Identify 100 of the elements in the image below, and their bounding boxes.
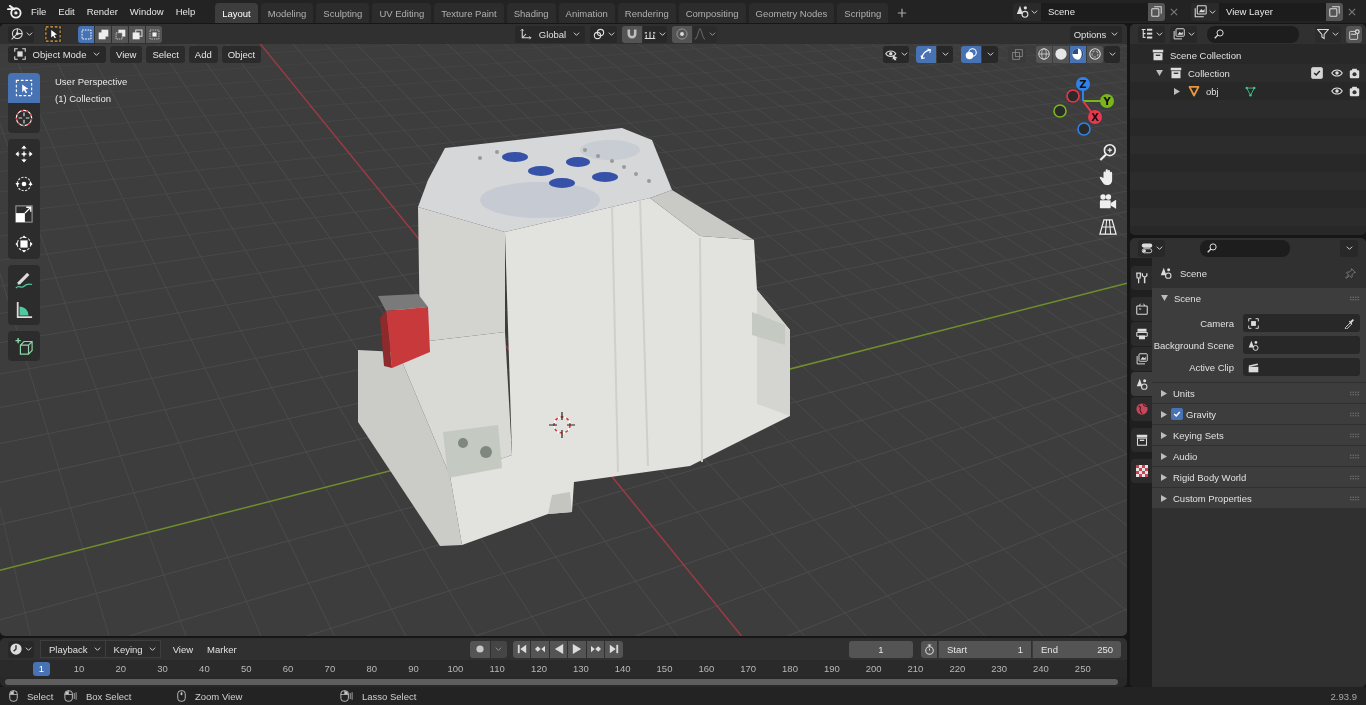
workspace-tab[interactable]: Animation (558, 3, 615, 23)
close-icon[interactable] (1348, 7, 1356, 16)
outliner-item-label[interactable]: Scene Collection (1170, 49, 1242, 61)
menu-item[interactable]: Object (221, 45, 262, 63)
workspace-tab[interactable]: Modeling (260, 3, 314, 23)
auto-keying-button[interactable] (469, 640, 490, 658)
panel-title[interactable]: Custom Properties (1173, 492, 1252, 504)
filter-dropdown[interactable] (1170, 25, 1197, 43)
menu-item[interactable]: Help (169, 2, 202, 21)
new-view-layer-button[interactable] (1326, 2, 1343, 21)
scene-tab[interactable] (1131, 372, 1152, 396)
disclosure-triangle-icon[interactable] (1161, 431, 1167, 439)
app-logo-icon[interactable] (7, 4, 22, 19)
pivot-point-dropdown[interactable] (590, 25, 617, 43)
measure-tool-button[interactable] (8, 295, 40, 325)
shading-mode-button[interactable] (1036, 45, 1052, 63)
editor-type-button[interactable] (1138, 239, 1165, 257)
panel-title[interactable]: Gravity (1186, 408, 1217, 420)
selection-mode-button[interactable] (129, 25, 145, 43)
view-layer-tab[interactable] (1131, 347, 1152, 371)
workspace-tab[interactable]: Texture Paint (434, 3, 504, 23)
negative-axis-handle[interactable] (1053, 104, 1067, 118)
menu-item[interactable]: Add (188, 45, 218, 63)
visibility-dropdown[interactable] (883, 45, 909, 63)
search-field[interactable] (1200, 239, 1290, 257)
drag-handle-icon[interactable] (1349, 474, 1360, 480)
object-picker-field[interactable] (1243, 314, 1360, 332)
playhead-marker[interactable]: 1 (33, 661, 50, 676)
selection-mode-button[interactable] (95, 25, 111, 43)
menu-item[interactable]: Window (123, 2, 170, 21)
selection-mode-button[interactable] (112, 25, 128, 43)
editor-type-button[interactable] (8, 25, 34, 43)
new-scene-button[interactable] (1148, 2, 1165, 21)
workspace-tab[interactable]: Layout (215, 3, 258, 23)
disclosure-triangle-icon[interactable] (1161, 494, 1167, 502)
clip-picker-field[interactable] (1243, 358, 1360, 376)
tool-tab[interactable] (1131, 266, 1152, 290)
shading-mode-button[interactable] (1070, 45, 1086, 63)
outliner-item-label[interactable]: obj (1206, 85, 1219, 97)
3d-viewport[interactable]: Global Options Object Mode View Select Add Object User Perspective (1) Collection Z Y X (0, 24, 1127, 636)
menu-dropdown[interactable]: Keying (104, 640, 161, 658)
drag-handle-icon[interactable] (1349, 432, 1360, 438)
overlay-toggle[interactable] (961, 45, 981, 63)
menu-item[interactable]: Marker (200, 640, 244, 658)
axis-handle[interactable]: Y (1082, 94, 1114, 108)
disclosure-triangle-icon[interactable] (1174, 87, 1180, 95)
workspace-tab[interactable]: Geometry Nodes (748, 3, 835, 23)
drag-handle-icon[interactable] (1349, 295, 1360, 301)
scene-picker-field[interactable] (1243, 336, 1360, 354)
next-keyframe-button[interactable] (586, 640, 605, 658)
menu-item[interactable]: View (110, 45, 143, 63)
start-frame-field[interactable]: Start 1 (938, 640, 1031, 658)
pin-icon[interactable] (1345, 267, 1356, 279)
negative-axis-handle[interactable] (1077, 122, 1091, 136)
disclosure-triangle-icon[interactable] (1161, 452, 1167, 460)
menu-item[interactable]: View (165, 640, 201, 658)
preview-range-button[interactable] (921, 640, 937, 658)
close-icon[interactable] (1170, 7, 1178, 16)
disclosure-triangle-icon[interactable] (1161, 295, 1168, 301)
panel-title[interactable]: Units (1173, 387, 1195, 399)
menu-item[interactable]: Edit (52, 2, 81, 21)
collection-tab[interactable] (1131, 428, 1152, 452)
add-cube-tool-button[interactable] (8, 331, 40, 361)
checkbox[interactable] (1171, 408, 1183, 420)
annotate-tool-button[interactable] (8, 265, 40, 295)
options-dropdown[interactable]: Options (1070, 25, 1122, 43)
panel-title[interactable]: Rigid Body World (1173, 471, 1247, 483)
workspace-tab[interactable]: Shading (506, 3, 556, 23)
workspace-tab[interactable]: Sculpting (316, 3, 370, 23)
play-reverse-button[interactable] (549, 640, 568, 658)
workspace-tab[interactable]: Scripting (837, 3, 889, 23)
cursor-tool-button[interactable] (8, 103, 40, 133)
snap-toggle[interactable] (622, 25, 642, 43)
transform-tool-button[interactable] (8, 229, 40, 259)
display-mode-dropdown[interactable] (1138, 25, 1165, 43)
menu-item[interactable]: Select (146, 45, 185, 63)
drag-handle-icon[interactable] (1349, 495, 1360, 501)
snap-target-dropdown[interactable] (643, 25, 667, 43)
selection-mode-button[interactable] (78, 25, 94, 43)
move-tool-button[interactable] (8, 139, 40, 169)
transform-orientation-dropdown[interactable]: Global (515, 25, 585, 43)
menu-item[interactable]: Render (80, 2, 124, 21)
menu-dropdown[interactable]: Playback (40, 640, 106, 658)
texture-tab[interactable] (1131, 459, 1152, 483)
negative-axis-handle[interactable] (1066, 89, 1080, 103)
panel-title[interactable]: Keying Sets (1173, 429, 1224, 441)
proportional-editing-toggle[interactable] (672, 25, 692, 43)
outliner-item-label[interactable]: Collection (1188, 67, 1230, 79)
panel-title[interactable]: Audio (1173, 450, 1198, 462)
workspace-tab[interactable]: UV Editing (372, 3, 432, 23)
active-tool-button[interactable] (44, 25, 62, 43)
end-frame-field[interactable]: End 250 (1032, 640, 1121, 658)
view-layer-selector-button[interactable] (1191, 2, 1219, 21)
add-workspace-icon[interactable] (897, 8, 908, 18)
new-collection-button[interactable] (1346, 25, 1362, 43)
search-field[interactable] (1207, 25, 1299, 43)
exclude-checkbox[interactable] (1311, 67, 1323, 79)
axis-handle[interactable]: X (1082, 100, 1102, 124)
eye-icon[interactable] (1331, 87, 1343, 95)
previous-keyframe-button[interactable] (531, 640, 549, 658)
